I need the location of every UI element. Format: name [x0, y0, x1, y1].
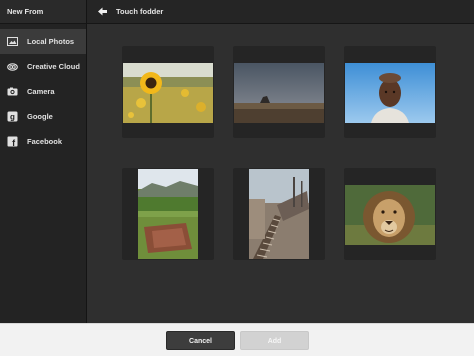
dialog-footer: Cancel Add	[0, 323, 474, 356]
cancel-button[interactable]: Cancel	[166, 331, 235, 350]
photo-icon	[7, 36, 18, 47]
photo-thumbnail	[123, 63, 213, 123]
sidebar-item-label: Facebook	[27, 137, 63, 146]
photo-browser: Touch fodder	[87, 0, 474, 323]
photo-tile-lion[interactable]	[344, 168, 436, 260]
folder-header: Touch fodder	[87, 0, 474, 24]
sidebar-item-local-photos[interactable]: Local Photos	[0, 29, 86, 54]
photo-thumbnail	[345, 185, 435, 245]
svg-text:g: g	[10, 113, 15, 122]
photo-thumbnail	[138, 169, 198, 259]
source-list: Local Photos Creative Cloud Camera g Goo…	[0, 29, 86, 154]
sidebar-title: New From	[0, 0, 86, 24]
sidebar-item-label: Local Photos	[27, 37, 75, 46]
photo-tile-desert-butte[interactable]	[233, 46, 325, 138]
arrow-left-icon[interactable]	[96, 6, 108, 18]
add-button[interactable]: Add	[240, 331, 309, 350]
photo-thumbnail	[249, 169, 309, 259]
sidebar-item-google[interactable]: g Google	[0, 104, 86, 129]
folder-title: Touch fodder	[116, 7, 164, 16]
photo-thumbnail	[345, 63, 435, 123]
sidebar-item-facebook[interactable]: f Facebook	[0, 129, 86, 154]
sidebar: New From Local Photos Creative Cloud Cam…	[0, 0, 87, 323]
sidebar-item-label: Creative Cloud	[27, 62, 80, 71]
sidebar-item-label: Google	[27, 112, 53, 121]
photo-grid	[87, 22, 474, 323]
camera-icon	[7, 86, 18, 97]
sidebar-item-label: Camera	[27, 87, 55, 96]
google-icon: g	[7, 111, 18, 122]
photo-tile-sunflower[interactable]	[122, 46, 214, 138]
photo-tile-farmland[interactable]	[122, 168, 214, 260]
sidebar-item-camera[interactable]: Camera	[0, 79, 86, 104]
sidebar-item-creative-cloud[interactable]: Creative Cloud	[0, 54, 86, 79]
photo-tile-child-portrait[interactable]	[344, 46, 436, 138]
facebook-icon: f	[7, 136, 18, 147]
photo-thumbnail	[234, 63, 324, 123]
creative-cloud-icon	[7, 61, 18, 72]
photo-tile-shipwreck[interactable]	[233, 168, 325, 260]
